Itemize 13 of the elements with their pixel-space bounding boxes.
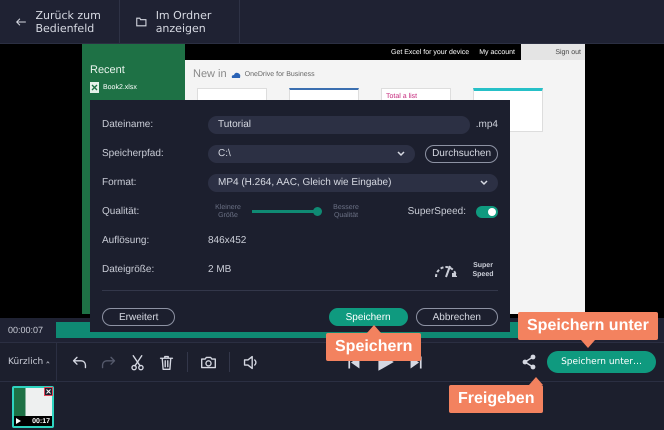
field-label: Dateiname: xyxy=(102,119,154,130)
field-label: SuperSpeed: xyxy=(408,206,466,217)
field-label: Speicherpfad: xyxy=(102,148,165,159)
field-label: Dateigröße: xyxy=(102,264,156,275)
file-size-value: 2 MB xyxy=(208,264,232,275)
field-label: Qualität: xyxy=(102,206,140,217)
sidebar-title: Recent xyxy=(90,64,126,76)
section-title: New in xyxy=(193,68,227,80)
file-extension: .mp4 xyxy=(474,119,498,130)
field-label: Format: xyxy=(102,177,138,188)
timecode: 00:00:07 xyxy=(7,325,44,335)
field-label: Auflösung: xyxy=(102,235,150,246)
resolution-value: 846x452 xyxy=(208,235,246,246)
